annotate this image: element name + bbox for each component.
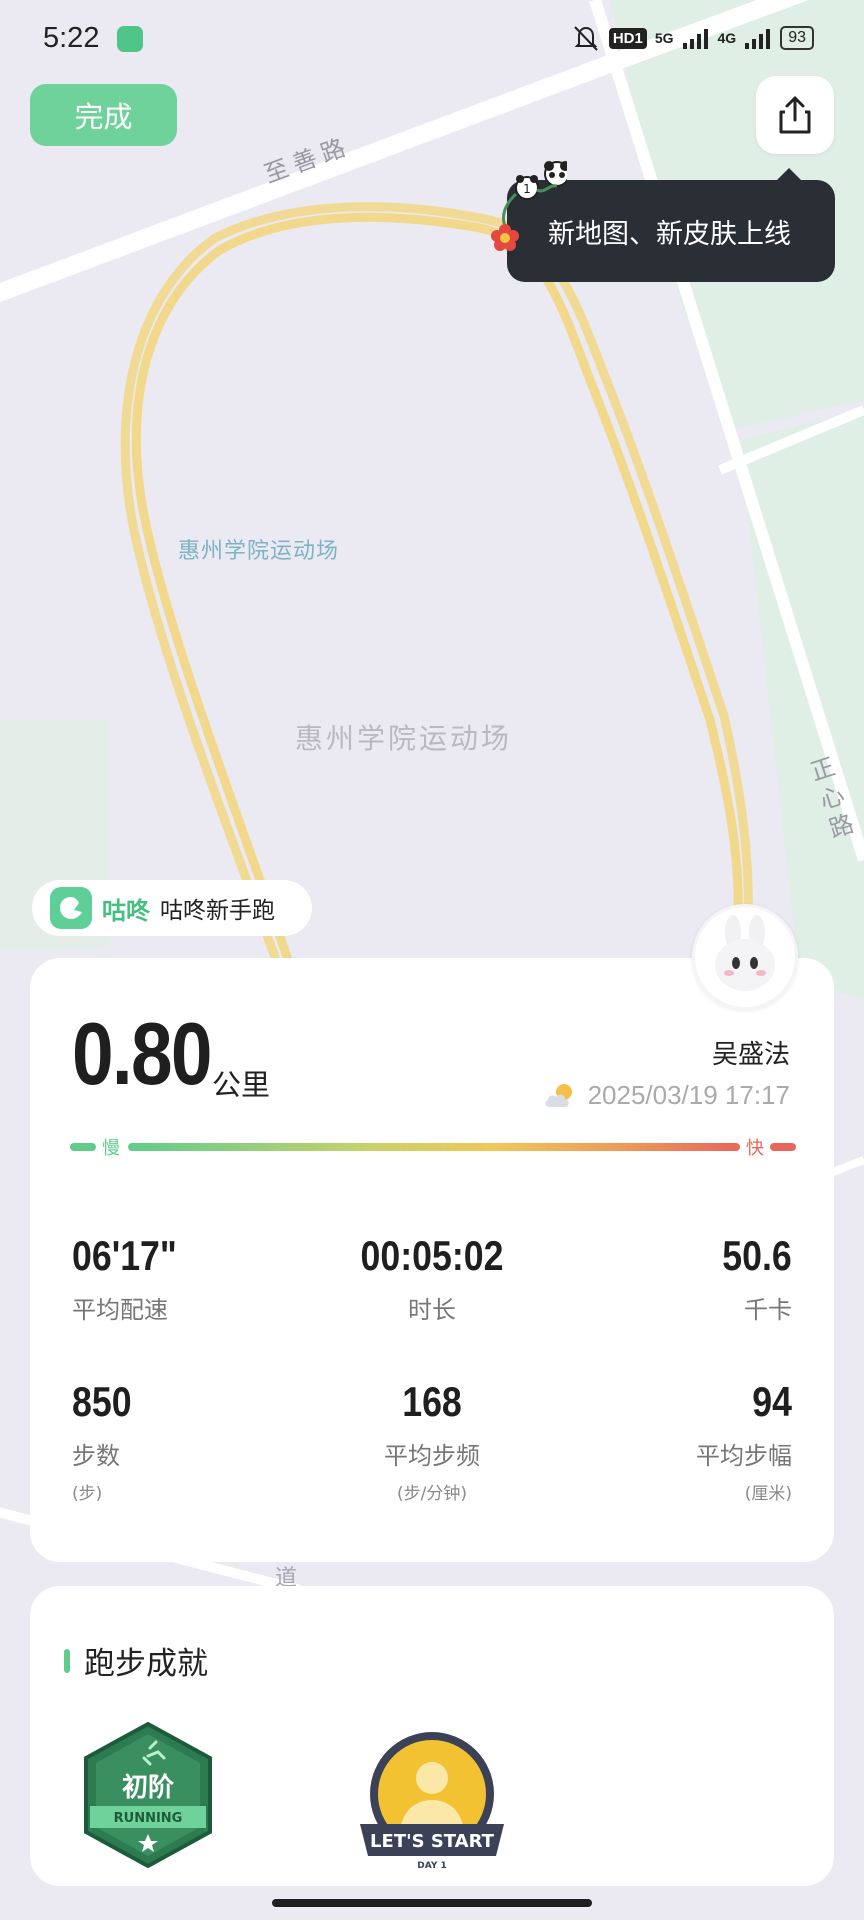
- codoon-logo-icon: [50, 887, 92, 929]
- brand-subtitle: 咕咚新手跑: [160, 898, 275, 924]
- achievements-card: 跑步成就 初阶 RUNNING LET'S START DAY 1: [30, 1586, 834, 1886]
- brand-pill: 咕咚 咕咚新手跑: [32, 880, 312, 936]
- distance-unit: 公里: [212, 1068, 271, 1102]
- net-4g: 4G: [717, 30, 737, 46]
- net-5g: 5G: [654, 30, 674, 46]
- tooltip-text: 新地图、新皮肤上线: [548, 219, 791, 250]
- run-datetime: 2025/03/19 17:17: [587, 1080, 790, 1110]
- weather-icon: [545, 1083, 572, 1107]
- venue-label-large: 惠州学院运动场: [295, 722, 512, 755]
- tooltip-caret: [777, 168, 801, 180]
- lets-start-badge-icon[interactable]: LET'S START DAY 1: [360, 1728, 504, 1874]
- pace-slow-label: 慢: [102, 1138, 120, 1159]
- achievements-header: 跑步成就: [64, 1638, 208, 1683]
- run-summary-card: 0.80 公里 吴盛法 2025/03/19 17:17 慢 快 06'17" …: [30, 958, 834, 1562]
- hd-badge: HD1: [608, 27, 647, 49]
- stat-value: 50.6: [722, 1232, 792, 1279]
- pace-legend-bar: 慢 快: [70, 1134, 796, 1160]
- stat-value: 06'17": [72, 1232, 177, 1279]
- stat-unit: (步): [72, 1484, 103, 1504]
- status-icons: HD1 5G 4G 93: [571, 24, 814, 52]
- date-row: 2025/03/19 17:17: [542, 1080, 790, 1111]
- bunny-avatar-icon: [715, 915, 775, 991]
- battery-icon: 93: [780, 26, 814, 50]
- signal-icon-2: [745, 29, 771, 49]
- stat-stride: 94 平均步幅 (厘米): [696, 1378, 792, 1504]
- share-button[interactable]: [756, 76, 834, 154]
- badge2-sub: DAY 1: [417, 1861, 447, 1871]
- stat-steps: 850 步数 (步): [72, 1378, 142, 1504]
- app-notification-icon: [117, 26, 143, 52]
- stat-cadence: 168 平均步频 (步/分钟): [332, 1378, 532, 1504]
- home-indicator[interactable]: [272, 1899, 592, 1907]
- stat-label: 时长: [408, 1296, 456, 1324]
- mute-bell-icon: [574, 26, 598, 51]
- badge1-title: 初阶: [122, 1773, 174, 1803]
- done-button[interactable]: 完成: [30, 84, 177, 146]
- achievements-title: 跑步成就: [84, 1646, 208, 1682]
- stat-avg-pace: 06'17" 平均配速: [72, 1232, 195, 1325]
- stat-label: 平均步幅: [696, 1442, 792, 1470]
- signal-icon: [682, 29, 708, 49]
- section-accent-bar: [64, 1648, 70, 1673]
- stat-value: 00:05:02: [360, 1232, 504, 1279]
- pace-slow-swatch: [70, 1143, 96, 1151]
- pace-fast-swatch: [770, 1143, 796, 1151]
- stat-value: 168: [402, 1378, 462, 1425]
- avatar[interactable]: [692, 904, 798, 1010]
- status-time: 5:22: [43, 22, 100, 54]
- stat-unit: (厘米): [744, 1484, 792, 1504]
- badge2-title: LET'S START: [370, 1831, 495, 1852]
- share-icon: [779, 96, 811, 134]
- stat-unit: (步/分钟): [397, 1484, 467, 1504]
- status-bar: 5:22 HD1 5G 4G 93: [0, 0, 864, 80]
- venue-label-small: 惠州学院运动场: [178, 539, 339, 564]
- stat-label: 千卡: [744, 1296, 792, 1324]
- panda-flower-icon: 1: [491, 161, 567, 251]
- pace-gradient: [128, 1143, 740, 1151]
- beginner-running-badge-icon[interactable]: 初阶 RUNNING: [78, 1720, 218, 1870]
- stat-label: 步数: [72, 1442, 120, 1470]
- stat-value: 850: [72, 1378, 132, 1425]
- stat-label: 平均配速: [72, 1296, 168, 1324]
- stat-label: 平均步频: [384, 1442, 480, 1470]
- stat-calories: 50.6 千卡: [710, 1232, 792, 1325]
- badge1-ribbon: RUNNING: [114, 1811, 183, 1826]
- brand-name: 咕咚: [102, 896, 150, 925]
- stat-duration: 00:05:02 时长: [332, 1232, 532, 1325]
- user-name: 吴盛法: [711, 1040, 790, 1070]
- distance-value: 0.80: [72, 1004, 212, 1103]
- deco-number: 1: [523, 182, 531, 196]
- stat-value: 94: [752, 1378, 792, 1425]
- pace-fast-label: 快: [746, 1138, 764, 1159]
